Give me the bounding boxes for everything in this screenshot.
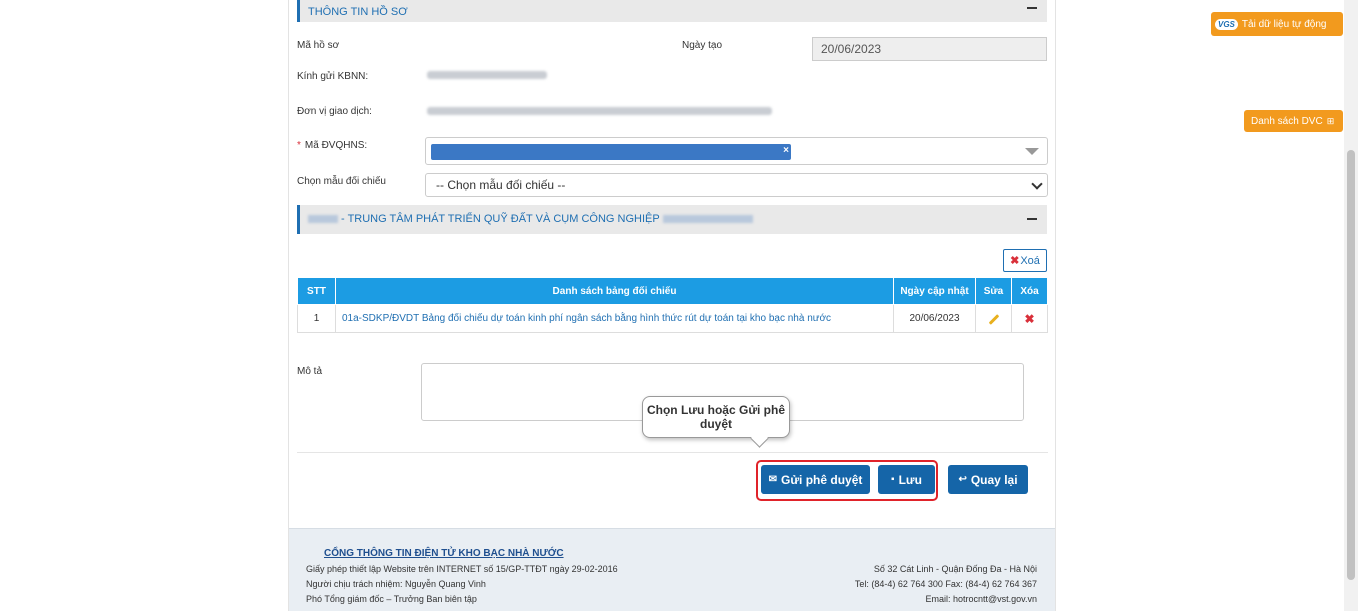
col-stt: STT: [297, 277, 336, 305]
quay-lai-button[interactable]: ↩ Quay lại: [948, 465, 1028, 494]
footer-address: Số 32 Cát Linh - Quận Đống Đa - Hà Nội: [873, 564, 1037, 574]
footer-line1: Giấy phép thiết lập Website trên INTERNE…: [306, 564, 618, 574]
cell-name-link[interactable]: 01a-SDKP/ĐVDT Bảng đối chiếu dự toán kin…: [335, 304, 894, 333]
send-icon: ✉: [768, 474, 777, 485]
col-sua: Sửa: [975, 277, 1012, 305]
xoa-button[interactable]: ✖ Xoá: [1003, 249, 1047, 272]
cell-stt: 1: [297, 304, 336, 333]
danh-sach-dvc-button[interactable]: Danh sách DVC ⊞: [1244, 110, 1343, 132]
gui-phe-duyet-button[interactable]: ✉ Gửi phê duyệt: [761, 465, 870, 494]
delete-icon: ✖: [1010, 255, 1020, 267]
label-ma-dvqhns-text: Mã ĐVQHNS:: [304, 140, 368, 151]
vgs-logo: VGS: [1215, 18, 1238, 30]
section-header-trung-tam[interactable]: - TRUNG TÂM PHÁT TRIỂN QUỸ ĐẤT VÀ CỤM CÔ…: [297, 205, 1047, 234]
section2-title: - TRUNG TÂM PHÁT TRIỂN QUỸ ĐẤT VÀ CỤM CÔ…: [338, 213, 660, 225]
footer-email: Email: hotrocntt@vst.gov.vn: [925, 594, 1037, 604]
delete-x-icon[interactable]: ✖: [1024, 312, 1034, 326]
kinh-gui-value-blurred: [427, 71, 547, 79]
ngay-tao-field: 20/06/2023: [812, 37, 1047, 61]
chevron-down-icon: [1031, 178, 1043, 190]
col-ngay-cap-nhat: Ngày cập nhật: [893, 277, 976, 305]
label-ma-ho-so: Mã hồ sơ: [297, 40, 340, 51]
label-don-vi-giao-dich: Đơn vị giao dịch:: [297, 106, 372, 117]
section-title: THÔNG TIN HỒ SƠ: [308, 6, 408, 18]
divider: [297, 452, 1048, 453]
label-chon-mau: Chọn mẫu đối chiếu: [297, 176, 386, 187]
xoa-label: Xoá: [1020, 254, 1040, 267]
scrollbar-thumb[interactable]: [1347, 150, 1355, 580]
col-danh-sach: Danh sách bảng đối chiếu: [335, 277, 894, 305]
ma-dvqhns-select[interactable]: ×: [425, 137, 1048, 165]
scrollbar[interactable]: [1344, 0, 1358, 611]
cell-date: 20/06/2023: [893, 304, 976, 333]
footer-title[interactable]: CỔNG THÔNG TIN ĐIỆN TỬ KHO BẠC NHÀ NƯỚC: [324, 548, 564, 559]
doi-chieu-table: STT Danh sách bảng đối chiếu Ngày cập nh…: [297, 277, 1048, 333]
don-vi-value-blurred: [427, 107, 772, 115]
label-kinh-gui-kbnn: Kính gửi KBNN:: [297, 71, 369, 82]
footer-tel: Tel: (84-4) 62 764 300 Fax: (84-4) 62 76…: [854, 579, 1037, 589]
label-ma-dvqhns: * Mã ĐVQHNS:: [297, 140, 368, 151]
sitemap-icon: ⊞: [1326, 115, 1335, 126]
back-arrow-icon: ↩: [958, 474, 967, 485]
danh-sach-label: Danh sách DVC: [1251, 115, 1323, 127]
selected-tag: ×: [431, 144, 791, 160]
pencil-icon[interactable]: [988, 314, 999, 325]
footer: CỔNG THÔNG TIN ĐIỆN TỬ KHO BẠC NHÀ NƯỚC …: [289, 528, 1055, 611]
table-row: 1 01a-SDKP/ĐVDT Bảng đối chiếu dự toán k…: [297, 304, 1048, 333]
col-xoa: Xóa: [1011, 277, 1048, 305]
edit-cell[interactable]: [975, 304, 1012, 333]
footer-line3: Phó Tổng giám đốc – Trưởng Ban biên tập: [306, 594, 477, 604]
callout-tooltip: Chọn Lưu hoặc Gửi phê duyệt: [642, 396, 790, 438]
collapse-icon[interactable]: [1027, 218, 1037, 220]
luu-button[interactable]: ▪ Lưu: [878, 465, 935, 494]
main-panel: THÔNG TIN HỒ SƠ Mã hồ sơ Ngày tạo 20/06/…: [288, 0, 1056, 611]
code-blurred: [308, 215, 338, 224]
dropdown-arrow-icon[interactable]: [1025, 148, 1039, 155]
luu-label: Lưu: [898, 472, 922, 487]
section-header-thong-tin-ho-so[interactable]: THÔNG TIN HỒ SƠ: [297, 0, 1047, 22]
remove-tag-icon[interactable]: ×: [783, 145, 789, 156]
name-blurred: [662, 215, 753, 224]
save-icon: ▪: [891, 474, 895, 485]
tai-du-lieu-button[interactable]: VGS Tải dữ liệu tự động: [1211, 12, 1343, 36]
quay-lai-label: Quay lại: [970, 472, 1018, 487]
label-mo-ta: Mô tả: [297, 366, 323, 377]
gui-label: Gửi phê duyệt: [781, 472, 863, 487]
footer-line2: Người chịu trách nhiệm: Nguyễn Quang Vin…: [306, 579, 486, 589]
delete-cell[interactable]: ✖: [1011, 304, 1048, 333]
tai-du-lieu-label: Tải dữ liệu tự động: [1241, 18, 1327, 30]
label-ngay-tao: Ngày tạo: [682, 40, 723, 51]
collapse-icon[interactable]: [1027, 7, 1037, 9]
chon-mau-select[interactable]: -- Chọn mẫu đối chiếu --: [425, 173, 1048, 197]
chon-mau-value: -- Chọn mẫu đối chiếu --: [436, 178, 566, 192]
